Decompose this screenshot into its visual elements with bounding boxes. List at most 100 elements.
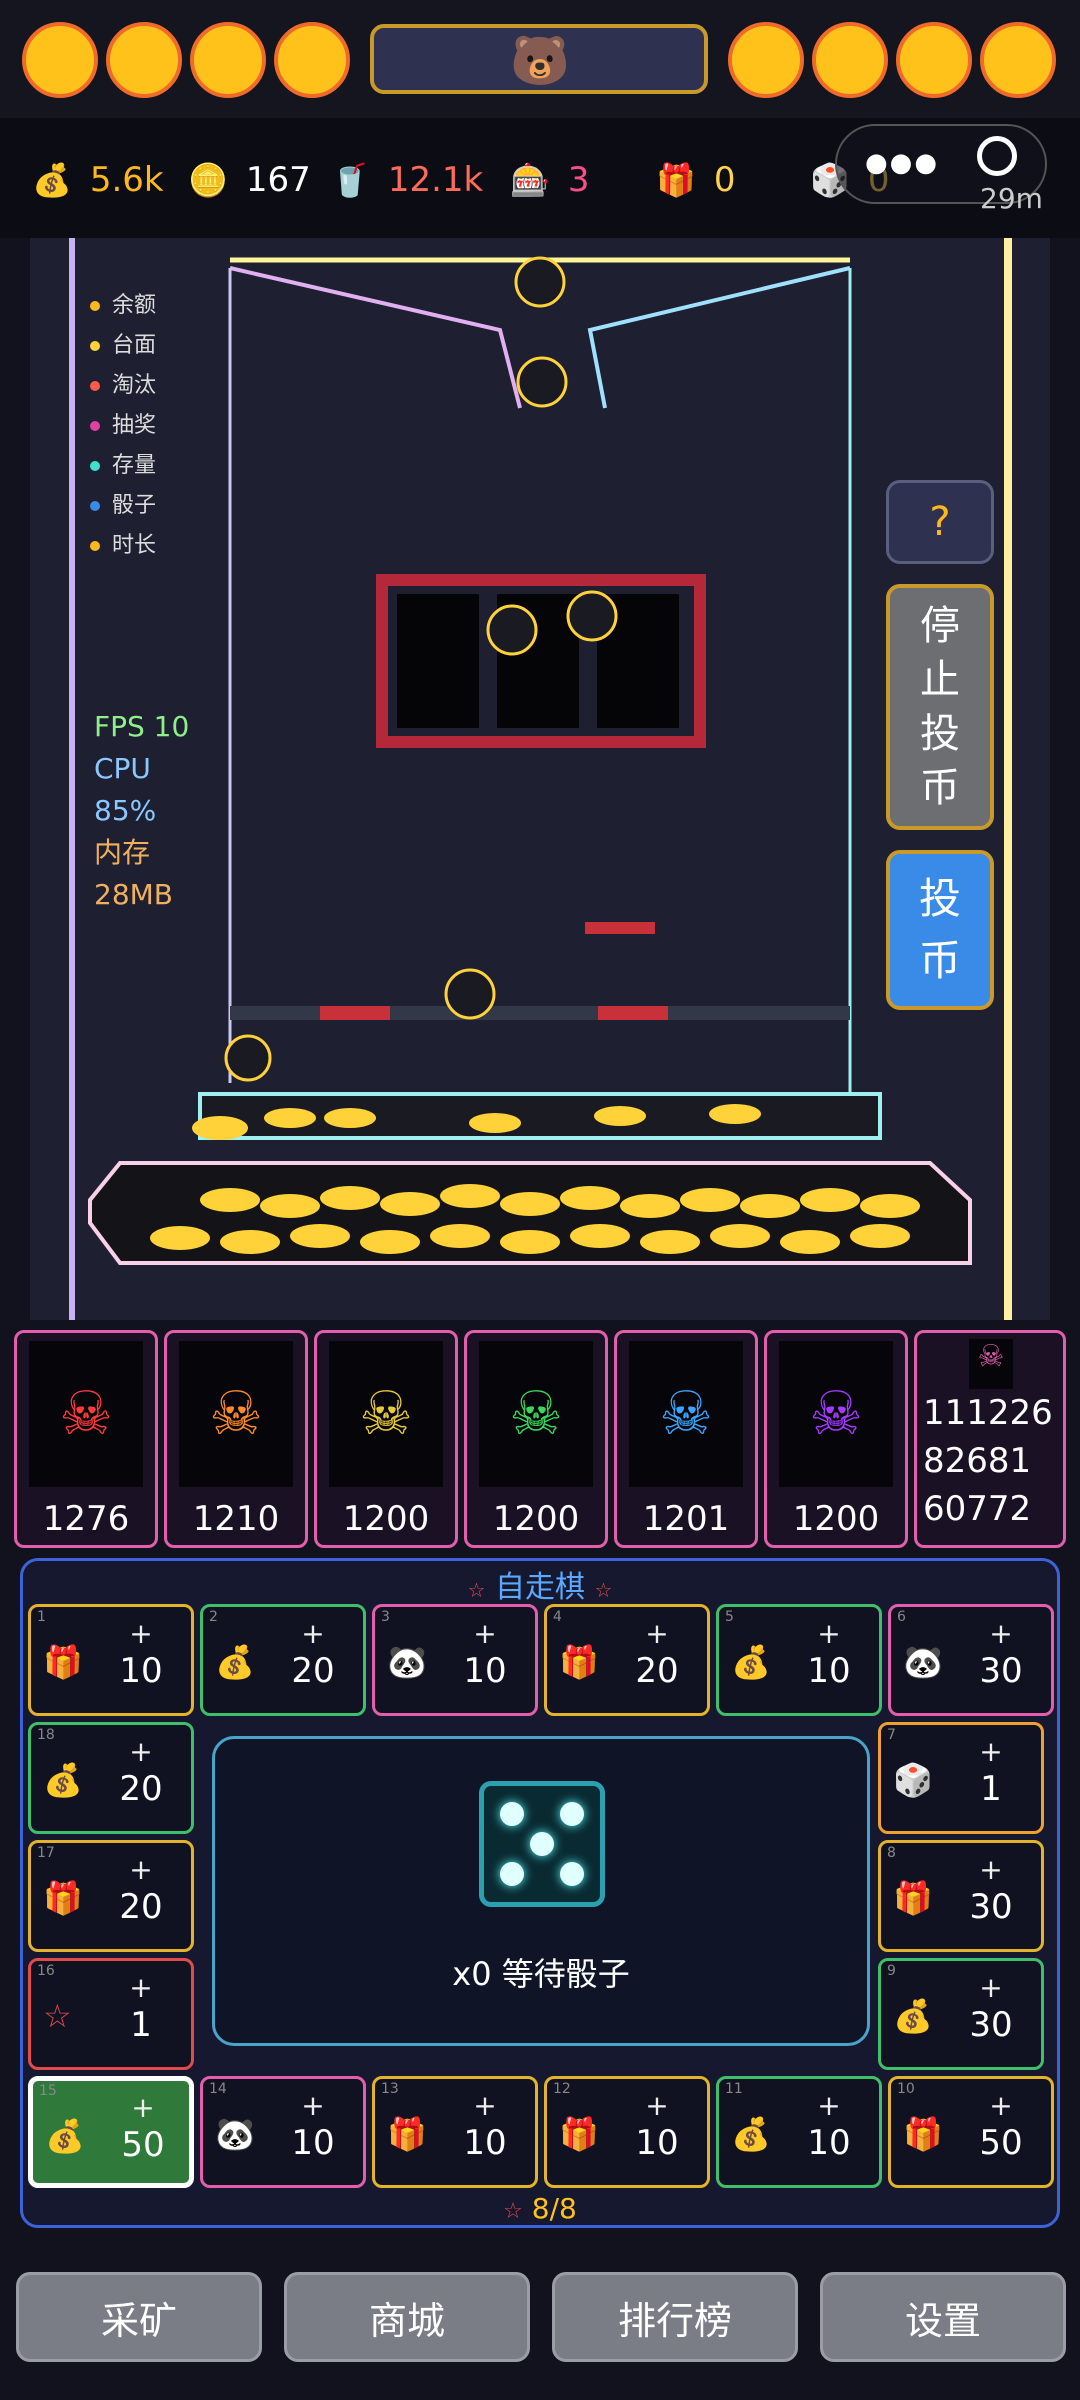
board-tile: 9 💰 +30: [878, 1958, 1044, 2070]
board-tile: 16 ☆ +1: [28, 1958, 194, 2070]
board-tile: 15 💰 +50: [28, 2076, 194, 2188]
insert-coin-button[interactable]: 投币: [886, 850, 994, 1010]
legend-label: 余额: [112, 293, 157, 318]
tile-reward-icon: 🎲: [893, 1761, 933, 1799]
character-portrait: ☠: [969, 1339, 1013, 1389]
legend-label: 骰子: [112, 493, 157, 518]
plus-sign: +: [129, 1853, 153, 1886]
stat-value: 3: [567, 160, 590, 200]
plus-sign: +: [979, 1853, 1003, 1886]
tile-reward-icon: 🐼: [903, 1643, 943, 1681]
tile-index: 4: [553, 1609, 562, 1625]
plus-sign: +: [129, 1617, 153, 1650]
stat-table: 🪙 167: [188, 152, 311, 208]
tile-amount: 20: [635, 1651, 679, 1691]
tile-index: 5: [725, 1609, 734, 1625]
tile-index: 9: [887, 1963, 896, 1979]
star-icon: ☆: [467, 1578, 486, 1602]
character-card[interactable]: ☠ 1210: [164, 1330, 308, 1548]
board-tile: 4 🎁 +20: [544, 1604, 710, 1716]
stat-eliminated: 🥤 12.1k: [330, 152, 483, 208]
timer-text: 29m: [980, 182, 1043, 215]
nav-shop[interactable]: 商城: [284, 2272, 530, 2362]
plus-sign: +: [473, 1617, 497, 1650]
tile-reward-icon: 💰: [893, 1997, 933, 2035]
character-card[interactable]: ☠ 1200: [764, 1330, 908, 1548]
bear-icon: 🐻: [510, 33, 570, 89]
light-indicator: [190, 22, 266, 98]
tile-index: 11: [725, 2081, 743, 2097]
more-icon[interactable]: ●●●: [865, 148, 939, 178]
legend-item: 淘汰: [90, 366, 156, 406]
perf-stats: FPS 10 CPU 85% 内存 28MB: [94, 706, 189, 916]
legend-label: 存量: [112, 453, 157, 478]
plus-sign: +: [301, 2089, 325, 2122]
tile-reward-icon: 🎁: [387, 2115, 427, 2153]
light-indicator: [980, 22, 1056, 98]
plus-sign: +: [129, 1971, 153, 2004]
help-button[interactable]: ?: [886, 480, 994, 564]
tile-amount: 10: [635, 2123, 679, 2163]
light-indicator: [812, 22, 888, 98]
board-tile: 18 💰 +20: [28, 1722, 194, 1834]
board-tile: 5 💰 +10: [716, 1604, 882, 1716]
tile-amount: 10: [807, 2123, 851, 2163]
gift-icon: 🎁: [656, 161, 696, 199]
stat-value: 167: [245, 160, 311, 200]
tile-index: 8: [887, 1845, 896, 1861]
tile-amount: 1: [130, 2005, 152, 2045]
character-portrait: ☠: [29, 1341, 143, 1487]
legend-label: 淘汰: [112, 373, 157, 398]
total-value: 111226: [923, 1393, 1053, 1433]
tile-reward-icon: 🐼: [387, 1643, 427, 1681]
character-count: 1200: [492, 1499, 580, 1539]
tile-amount: 20: [291, 1651, 335, 1691]
plus-sign: +: [301, 1617, 325, 1650]
board-tile: 7 🎲 +1: [878, 1722, 1044, 1834]
board-tile: 6 🐼 +30: [888, 1604, 1054, 1716]
tile-index: 6: [897, 1609, 906, 1625]
tile-index: 14: [209, 2081, 227, 2097]
plus-sign: +: [989, 2089, 1013, 2122]
tile-amount: 30: [979, 1651, 1023, 1691]
character-card[interactable]: ☠ 1200: [464, 1330, 608, 1548]
tile-amount: 30: [969, 1887, 1013, 1927]
board-tile: 11 💰 +10: [716, 2076, 882, 2188]
tile-reward-icon: 🎁: [43, 1879, 83, 1917]
character-card[interactable]: ☠ 1276: [14, 1330, 158, 1548]
nav-settings[interactable]: 设置: [820, 2272, 1066, 2362]
character-count: 1210: [192, 1499, 280, 1539]
legend-label: 时长: [112, 533, 157, 558]
nav-leaderboard[interactable]: 排行榜: [552, 2272, 798, 2362]
board-tile: 14 🐼 +10: [200, 2076, 366, 2188]
close-target-icon[interactable]: [977, 136, 1017, 176]
total-value: 82681: [923, 1441, 1032, 1481]
cup-icon: 🥤: [330, 161, 370, 199]
character-count: 1276: [42, 1499, 130, 1539]
tile-reward-icon: 🎁: [893, 1879, 933, 1917]
character-portrait: ☠: [329, 1341, 443, 1487]
character-count: 1200: [342, 1499, 430, 1539]
tile-reward-icon: 💰: [731, 1643, 771, 1681]
light-indicator: [728, 22, 804, 98]
tile-amount: 10: [291, 2123, 335, 2163]
board-tile: 12 🎁 +10: [544, 2076, 710, 2188]
character-card[interactable]: ☠ 1201: [614, 1330, 758, 1548]
tile-amount: 50: [121, 2125, 165, 2165]
tile-reward-icon: 💰: [731, 2115, 771, 2153]
plus-sign: +: [473, 2089, 497, 2122]
dice-icon: [479, 1781, 605, 1907]
progress-text: 8/8: [531, 2192, 577, 2225]
character-card[interactable]: ☠ 1200: [314, 1330, 458, 1548]
plus-sign: +: [129, 1735, 153, 1768]
stop-coin-button[interactable]: 停止投币: [886, 584, 994, 830]
cpu-value: 85%: [94, 794, 157, 827]
board-tile: 8 🎁 +30: [878, 1840, 1044, 1952]
legend: 余额 台面 淘汰 抽奖 存量 骰子 时长: [90, 286, 156, 566]
nav-mining[interactable]: 采矿: [16, 2272, 262, 2362]
cpu-label: CPU: [94, 752, 151, 785]
tile-amount: 1: [980, 1769, 1002, 1809]
light-indicator: [274, 22, 350, 98]
legend-item: 时长: [90, 526, 156, 566]
tile-index: 12: [553, 2081, 571, 2097]
